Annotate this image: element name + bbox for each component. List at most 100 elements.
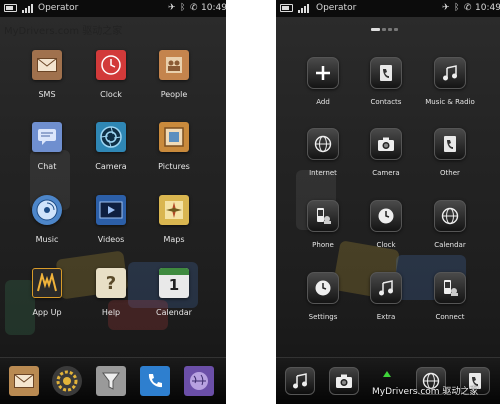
app-sms[interactable]: SMS	[15, 50, 79, 100]
mail-icon[interactable]	[9, 366, 39, 396]
connect-device-icon	[434, 272, 466, 304]
camera-icon	[370, 128, 402, 160]
app-label: Phone	[312, 241, 334, 249]
app-label: Music & Radio	[425, 98, 475, 106]
app-camera[interactable]: Camera	[79, 122, 143, 172]
app-music-radio[interactable]: Music & Radio	[418, 57, 482, 107]
map-compass-icon	[159, 195, 189, 225]
app-extra[interactable]: Extra	[354, 272, 418, 322]
help-question-icon: ?	[96, 268, 126, 298]
camera-icon[interactable]	[329, 367, 359, 395]
app-label: Chat	[37, 162, 57, 171]
app-drawer-arrow-icon[interactable]	[383, 371, 391, 377]
globe-icon	[307, 128, 339, 160]
app-pictures[interactable]: Pictures	[142, 122, 206, 172]
app-label: Clock	[100, 90, 122, 99]
app-label: Extra	[376, 313, 396, 321]
app-calendar[interactable]: 1 Calendar	[142, 268, 206, 318]
airplane-icon: ✈	[442, 3, 450, 13]
clock-time: 10:49	[475, 3, 500, 13]
clock-icon	[370, 200, 402, 232]
app-people[interactable]: People	[142, 50, 206, 100]
world-globe-icon[interactable]	[184, 366, 214, 396]
app-videos[interactable]: Videos	[79, 195, 143, 245]
phone-icon[interactable]	[140, 366, 170, 396]
calendar-day: 1	[168, 276, 180, 294]
contacts-book-icon	[370, 57, 402, 89]
clock-time: 10:49	[201, 3, 226, 13]
app-label: SMS	[38, 90, 56, 99]
video-play-icon	[96, 195, 126, 225]
app-label: Calendar	[434, 241, 466, 249]
app-other[interactable]: Other	[418, 128, 482, 178]
watermark: MyDrivers.com 驱动之家	[4, 26, 123, 37]
page-dot-active	[371, 28, 380, 31]
app-clock[interactable]: Clock	[79, 50, 143, 100]
app-calendar-r[interactable]: Calendar	[418, 200, 482, 250]
app-app-up[interactable]: App Up	[15, 268, 79, 318]
app-connect[interactable]: Connect	[418, 272, 482, 322]
app-help[interactable]: ? Help	[79, 268, 143, 318]
phone-device-icon	[307, 200, 339, 232]
picture-frame-icon	[159, 122, 189, 152]
app-clock-r[interactable]: Clock	[354, 200, 418, 250]
page-dot	[388, 28, 392, 31]
app-music[interactable]: Music	[15, 195, 79, 245]
app-add[interactable]: Add	[291, 57, 355, 107]
app-label: Pictures	[158, 162, 190, 171]
app-label: Camera	[95, 162, 127, 171]
camera-aperture-icon	[96, 122, 126, 152]
calendar-globe-icon	[434, 200, 466, 232]
call-icon: ✆	[190, 3, 198, 13]
app-label: Help	[101, 308, 121, 317]
filter-funnel-icon[interactable]	[96, 366, 126, 396]
airplane-icon: ✈	[168, 3, 176, 13]
battery-icon	[4, 4, 17, 12]
app-label: People	[160, 90, 188, 99]
app-camera[interactable]: Camera	[354, 128, 418, 178]
settings-clock-icon	[307, 272, 339, 304]
right-phone-screen: Operator ✈ ᛒ ✆ 10:49 Add Contacts Music …	[276, 0, 500, 404]
app-label: Settings	[308, 313, 338, 321]
other-book-icon	[434, 128, 466, 160]
status-bar: Operator ✈ ᛒ ✆ 10:49	[276, 0, 500, 17]
app-label: Internet	[309, 169, 337, 177]
calendar-icon: 1	[159, 268, 189, 298]
watermark: MyDrivers.com 驱动之家	[372, 387, 479, 397]
bluetooth-icon: ᛒ	[180, 3, 186, 13]
app-label: Clock	[376, 241, 396, 249]
app-label: Connect	[435, 313, 465, 321]
page-indicator	[371, 28, 398, 31]
dock	[0, 357, 226, 404]
signal-icon	[298, 4, 310, 13]
app-internet[interactable]: Internet	[291, 128, 355, 178]
music-note-icon	[434, 57, 466, 89]
calendar-header	[159, 268, 189, 275]
app-maps[interactable]: Maps	[142, 195, 206, 245]
app-label: Calendar	[156, 308, 192, 317]
app-label: Add	[316, 98, 330, 106]
extra-music-icon	[370, 272, 402, 304]
left-phone-screen: Operator ✈ ᛒ ✆ 10:49 MyDrivers.com 驱动之家 …	[0, 0, 226, 404]
app-label: App Up	[32, 308, 62, 317]
app-label: Contacts	[370, 98, 402, 106]
signal-icon	[22, 4, 34, 13]
app-label: Videos	[97, 235, 125, 244]
app-chat[interactable]: Chat	[15, 122, 79, 172]
call-icon: ✆	[464, 3, 472, 13]
app-label: Music	[35, 235, 59, 244]
app-settings[interactable]: Settings	[291, 272, 355, 322]
app-phone[interactable]: Phone	[291, 200, 355, 250]
app-contacts[interactable]: Contacts	[354, 57, 418, 107]
music-disc-icon	[32, 195, 62, 225]
page-dot	[394, 28, 398, 31]
battery-icon	[280, 4, 293, 12]
app-label: Camera	[372, 169, 400, 177]
people-icon	[159, 50, 189, 80]
settings-gear-icon[interactable]	[52, 366, 82, 396]
music-note-icon[interactable]	[285, 367, 315, 395]
carrier-name: Operator	[38, 3, 79, 13]
page-dot	[382, 28, 386, 31]
app-label: Maps	[163, 235, 185, 244]
chat-icon	[32, 122, 62, 152]
